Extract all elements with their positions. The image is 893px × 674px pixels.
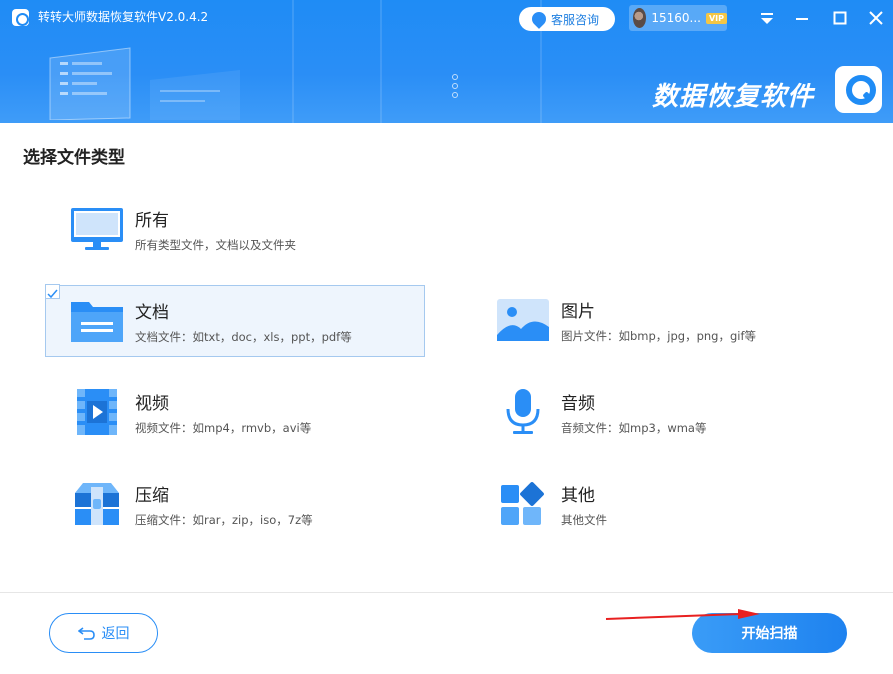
minimize-button[interactable] — [792, 8, 812, 28]
selected-checkbox[interactable] — [45, 284, 60, 299]
microphone-icon — [506, 389, 540, 434]
back-button-label: 返回 — [101, 626, 130, 642]
menu-down-icon — [761, 13, 773, 24]
file-type-label: 图片 — [561, 302, 595, 322]
footer-divider — [0, 592, 893, 593]
brand-logo-icon — [835, 66, 882, 113]
banner-illustration — [49, 47, 240, 120]
customer-service-label: 客服咨询 — [551, 12, 600, 27]
folder-icon — [71, 302, 123, 342]
monitor-icon — [71, 208, 123, 250]
maximize-button[interactable] — [830, 8, 850, 28]
file-type-all[interactable]: 所有 所有类型文件，文档以及文件夹 — [46, 194, 426, 266]
checkmark-icon — [47, 289, 58, 299]
maximize-icon — [833, 11, 847, 25]
return-arrow-icon — [77, 627, 95, 640]
image-icon — [497, 299, 549, 341]
file-type-label: 压缩 — [135, 486, 169, 506]
avatar — [633, 8, 647, 28]
file-type-video[interactable]: 视频 视频文件：如mp4，rmvb，avi等 — [46, 377, 426, 449]
user-account[interactable]: 15160... VIP — [629, 5, 727, 31]
minimize-icon — [796, 18, 808, 20]
file-type-desc: 图片文件：如bmp，jpg，png，gif等 — [561, 329, 757, 343]
chat-icon — [529, 9, 549, 29]
decor-dots — [452, 74, 460, 101]
file-type-desc: 音频文件：如mp3，wma等 — [561, 421, 707, 435]
section-title: 选择文件类型 — [23, 148, 125, 168]
close-button[interactable] — [866, 8, 886, 28]
file-type-label: 所有 — [135, 211, 169, 231]
file-type-desc: 所有类型文件，文档以及文件夹 — [135, 238, 296, 252]
window-title: 转转大师数据恢复软件V2.0.4.2 — [38, 10, 209, 24]
customer-service-button[interactable]: 客服咨询 — [519, 7, 615, 31]
video-icon — [77, 389, 117, 435]
file-type-desc: 文档文件：如txt，doc，xls，ppt，pdf等 — [135, 330, 352, 344]
file-type-archive[interactable]: 压缩 压缩文件：如rar，zip，iso，7z等 — [46, 469, 426, 541]
app-logo-icon — [12, 9, 29, 26]
start-scan-label: 开始扫描 — [741, 626, 798, 642]
user-name: 15160... — [651, 11, 701, 25]
file-type-document[interactable]: 文档 文档文件：如txt，doc，xls，ppt，pdf等 — [45, 285, 425, 357]
file-type-other[interactable]: 其他 其他文件 — [472, 469, 852, 541]
file-type-desc: 视频文件：如mp4，rmvb，avi等 — [135, 421, 312, 435]
file-type-audio[interactable]: 音频 音频文件：如mp3，wma等 — [472, 377, 852, 449]
file-type-label: 音频 — [561, 394, 595, 414]
file-type-label: 视频 — [135, 394, 169, 414]
file-type-image[interactable]: 图片 图片文件：如bmp，jpg，png，gif等 — [472, 285, 852, 357]
close-icon — [869, 11, 883, 25]
file-type-desc: 其他文件 — [561, 513, 607, 527]
archive-icon — [75, 483, 119, 525]
header-banner: 转转大师数据恢复软件V2.0.4.2 客服咨询 15160... VIP 数据恢… — [0, 0, 893, 123]
file-type-desc: 压缩文件：如rar，zip，iso，7z等 — [135, 513, 313, 527]
file-type-label: 文档 — [135, 303, 169, 323]
brand-text: 数据恢复软件 — [652, 82, 815, 112]
dropdown-menu-button[interactable] — [757, 8, 777, 28]
apps-icon — [501, 482, 544, 525]
annotation-arrow-icon — [605, 609, 760, 620]
decor-stripe — [380, 0, 382, 123]
decor-stripe — [292, 0, 294, 123]
back-button[interactable]: 返回 — [49, 613, 158, 653]
vip-badge: VIP — [705, 12, 727, 24]
file-type-label: 其他 — [561, 486, 595, 506]
